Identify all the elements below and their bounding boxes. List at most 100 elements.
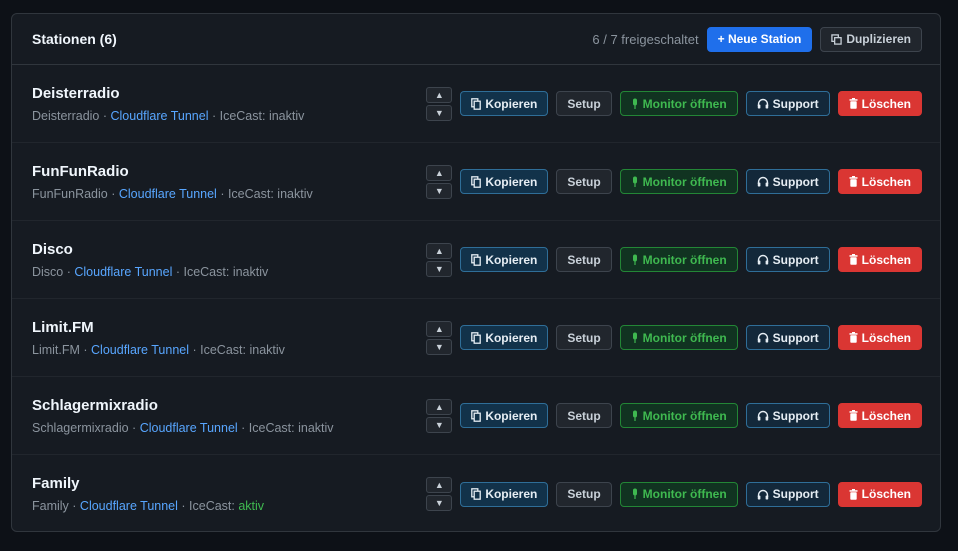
setup-label: Setup <box>567 96 601 111</box>
tunnel-link[interactable]: Cloudflare Tunnel <box>140 421 238 435</box>
setup-button[interactable]: Setup <box>556 403 612 428</box>
station-actions: Kopieren Setup Monitor öffnen Support Lö… <box>460 481 922 507</box>
panel-title: Stationen (6) <box>32 31 117 47</box>
delete-button[interactable]: Löschen <box>837 247 922 272</box>
station-info: Deisterradio Deisterradio · Cloudflare T… <box>32 85 426 123</box>
icecast-label: IceCast: <box>200 342 246 357</box>
copy-icon <box>471 175 482 188</box>
setup-button[interactable]: Setup <box>556 169 612 194</box>
move-down-button[interactable]: ▼ <box>426 182 453 199</box>
copy-button[interactable]: Kopieren <box>460 91 549 116</box>
station-row: FunFunRadio FunFunRadio · Cloudflare Tun… <box>12 143 940 221</box>
copy-button[interactable]: Kopieren <box>460 247 549 272</box>
icecast-label: IceCast: <box>248 420 295 435</box>
copy-button[interactable]: Kopieren <box>460 403 549 428</box>
unlock-count: 6 / 7 freigeschaltet <box>592 31 699 47</box>
monitor-label: Monitor öffnen <box>642 96 727 111</box>
icecast-status: inaktiv <box>249 342 285 357</box>
monitor-button[interactable]: Monitor öffnen <box>619 91 738 116</box>
copy-button[interactable]: Kopieren <box>460 169 549 194</box>
setup-button[interactable]: Setup <box>556 91 612 116</box>
setup-label: Setup <box>567 252 601 267</box>
reorder-controls: ▲ ▼ <box>426 398 453 433</box>
trash-icon <box>849 410 858 421</box>
support-button[interactable]: Support <box>745 481 830 507</box>
station-subtitle: Disco <box>32 264 64 279</box>
delete-button[interactable]: Löschen <box>837 481 922 507</box>
delete-label: Löschen <box>861 408 911 423</box>
duplicate-button[interactable]: Duplizieren <box>820 26 922 52</box>
copy-button[interactable]: Kopieren <box>460 325 549 350</box>
move-down-button[interactable]: ▼ <box>426 416 453 433</box>
move-up-button[interactable]: ▲ <box>426 86 453 103</box>
station-list: Deisterradio Deisterradio · Cloudflare T… <box>12 65 940 531</box>
setup-button[interactable]: Setup <box>556 325 612 350</box>
station-meta: FunFunRadio · Cloudflare Tunnel · IceCas… <box>32 186 313 201</box>
move-down-button[interactable]: ▼ <box>426 260 453 277</box>
support-button[interactable]: Support <box>745 325 830 350</box>
support-label: Support <box>772 252 819 267</box>
station-subtitle: Deisterradio <box>32 108 100 123</box>
triangle-up-icon: ▲ <box>434 480 444 490</box>
copy-icon <box>471 97 482 110</box>
copy-label: Kopieren <box>485 252 538 267</box>
move-up-button[interactable]: ▲ <box>426 398 453 415</box>
move-down-button[interactable]: ▼ <box>426 338 453 355</box>
delete-label: Löschen <box>861 252 911 267</box>
station-meta: Family · Cloudflare Tunnel · IceCast: ak… <box>32 499 265 513</box>
tunnel-link[interactable]: Cloudflare Tunnel <box>74 265 172 279</box>
monitor-button[interactable]: Monitor öffnen <box>619 325 738 350</box>
mic-icon <box>632 488 637 499</box>
tunnel-link[interactable]: Cloudflare Tunnel <box>80 499 178 513</box>
headphones-icon <box>757 98 768 109</box>
copy-label: Kopieren <box>485 174 538 189</box>
new-station-button[interactable]: + Neue Station <box>706 26 813 52</box>
tunnel-link[interactable]: Cloudflare Tunnel <box>119 187 217 201</box>
support-button[interactable]: Support <box>745 403 830 428</box>
copy-icon <box>471 253 482 266</box>
support-label: Support <box>772 487 819 501</box>
move-up-button[interactable]: ▲ <box>426 320 453 337</box>
setup-button[interactable]: Setup <box>556 481 612 507</box>
triangle-up-icon: ▲ <box>434 323 444 334</box>
delete-label: Löschen <box>861 487 911 501</box>
icecast-label: IceCast: <box>219 108 266 123</box>
station-actions: Kopieren Setup Monitor öffnen Support Lö… <box>460 325 922 350</box>
station-meta: Disco · Cloudflare Tunnel · IceCast: ina… <box>32 264 269 279</box>
reorder-controls: ▲ ▼ <box>426 477 453 511</box>
triangle-down-icon: ▼ <box>434 263 444 274</box>
triangle-down-icon: ▼ <box>434 185 444 196</box>
station-subtitle: Family <box>32 499 69 513</box>
move-down-button[interactable]: ▼ <box>426 495 453 511</box>
support-label: Support <box>772 174 819 189</box>
monitor-label: Monitor öffnen <box>642 487 727 501</box>
monitor-button[interactable]: Monitor öffnen <box>619 247 738 272</box>
triangle-down-icon: ▼ <box>434 107 444 118</box>
station-actions: Kopieren Setup Monitor öffnen Support Lö… <box>460 169 922 194</box>
tunnel-link[interactable]: Cloudflare Tunnel <box>91 343 189 357</box>
triangle-down-icon: ▼ <box>434 341 444 352</box>
copy-button[interactable]: Kopieren <box>460 481 549 507</box>
headphones-icon <box>757 332 768 343</box>
support-button[interactable]: Support <box>745 169 830 194</box>
setup-button[interactable]: Setup <box>556 247 612 272</box>
monitor-button[interactable]: Monitor öffnen <box>619 481 738 507</box>
monitor-button[interactable]: Monitor öffnen <box>619 169 738 194</box>
triangle-up-icon: ▲ <box>434 401 444 412</box>
delete-button[interactable]: Löschen <box>837 91 922 116</box>
delete-button[interactable]: Löschen <box>837 403 922 428</box>
station-name: Deisterradio <box>32 84 120 102</box>
support-button[interactable]: Support <box>745 91 830 116</box>
delete-button[interactable]: Löschen <box>837 325 922 350</box>
move-up-button[interactable]: ▲ <box>426 164 453 181</box>
monitor-button[interactable]: Monitor öffnen <box>619 403 738 428</box>
tunnel-link[interactable]: Cloudflare Tunnel <box>111 109 209 123</box>
delete-button[interactable]: Löschen <box>837 169 922 194</box>
support-button[interactable]: Support <box>745 247 830 272</box>
station-subtitle: FunFunRadio <box>32 186 108 201</box>
move-up-button[interactable]: ▲ <box>426 477 453 493</box>
move-up-button[interactable]: ▲ <box>426 242 453 259</box>
stations-panel: Stationen (6) 6 / 7 freigeschaltet + Neu… <box>11 13 941 532</box>
icecast-status: inaktiv <box>277 186 313 201</box>
move-down-button[interactable]: ▼ <box>426 104 453 121</box>
